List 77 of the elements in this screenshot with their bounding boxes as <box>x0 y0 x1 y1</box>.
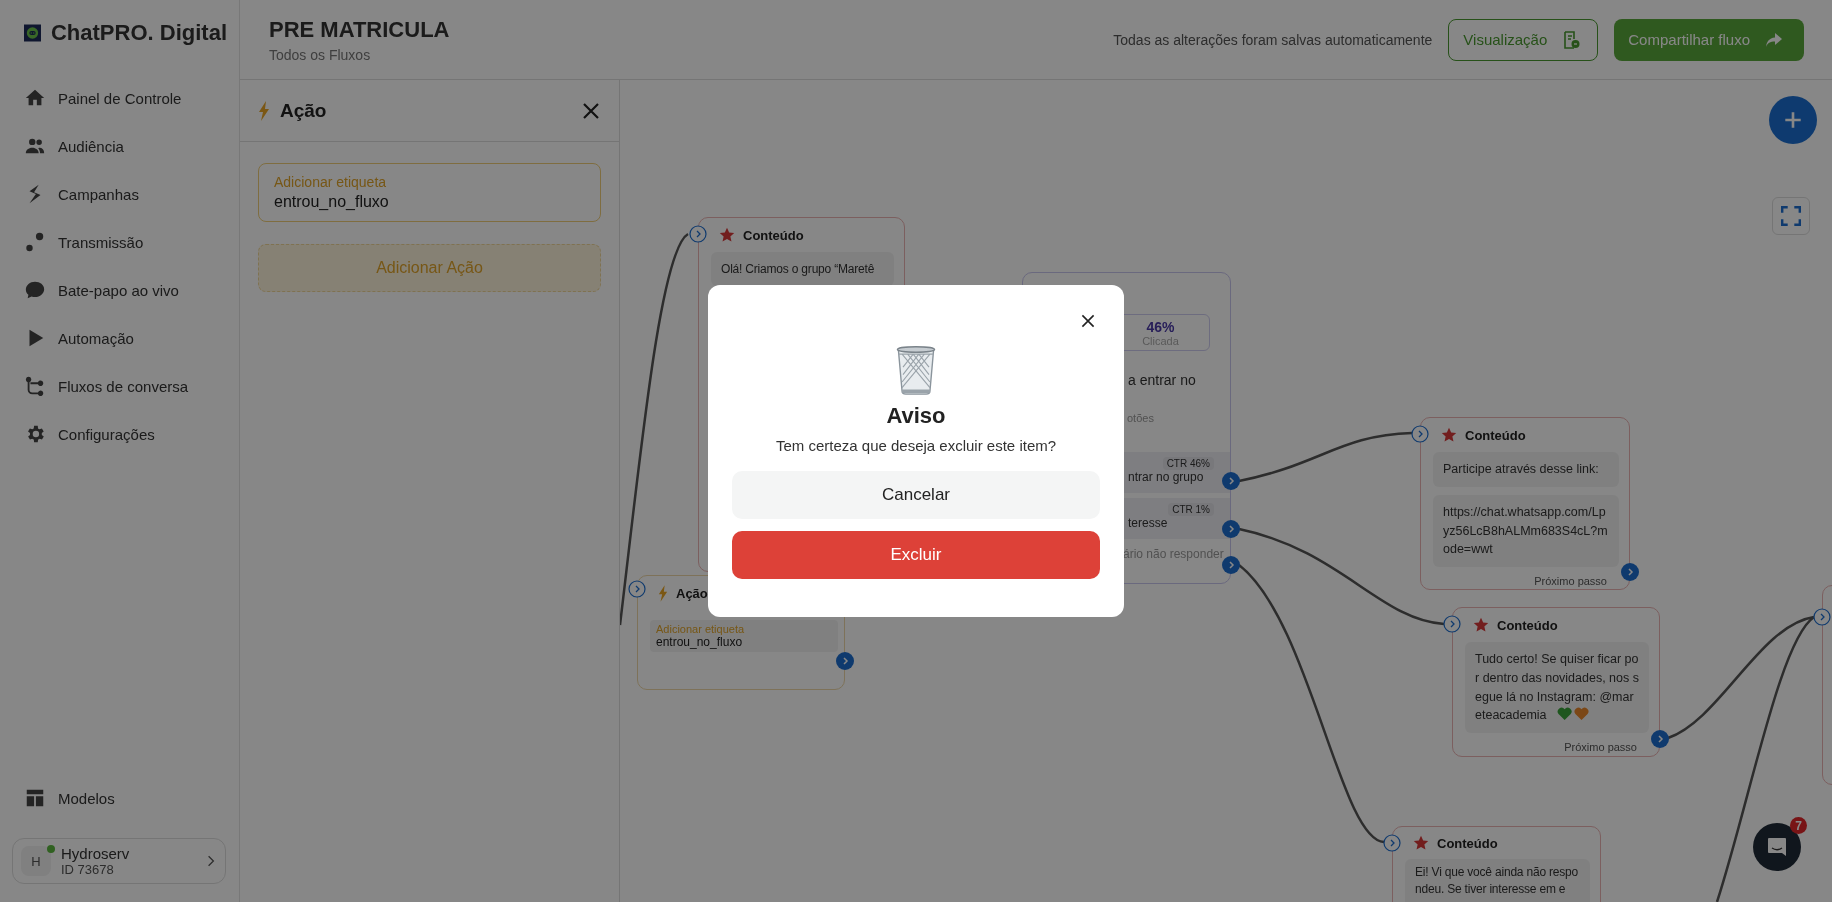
output-port[interactable] <box>1222 472 1240 490</box>
sidebar-item[interactable]: Painel de Controle <box>24 74 227 122</box>
sidebar-item[interactable]: Bate-papo ao vivo <box>24 266 227 314</box>
message-bubble: Tudo certo! Se quiser ficar por dentro das novidades, nos segue lá no Instagram: @mareteacademia <box>1465 642 1649 733</box>
message-bubble: https://chat.whatsapp.com/Lpyz56LcB8hALMm683S4cL?mode=wwt <box>1433 494 1619 567</box>
input-port[interactable] <box>1383 834 1401 852</box>
next-step-label: Próximo passo <box>1564 741 1637 753</box>
message-bubble: Ei! Vi que você ainda não respondeu. Se tiver interesse em e <box>1405 859 1590 902</box>
star-icon <box>1473 617 1489 633</box>
message-bubble: Participe através desse link: <box>1433 452 1619 487</box>
chevron-icon <box>207 854 215 868</box>
message-bubble: Olá! Criamos o grupo “Maretê <box>711 252 894 286</box>
sidebar-item[interactable]: Automação <box>24 314 227 362</box>
bolt-icon <box>658 584 668 602</box>
notification-badge: 7 <box>1790 817 1807 834</box>
sidebar-item[interactable]: Fluxos de conversa <box>24 362 227 410</box>
input-port[interactable] <box>1411 425 1429 443</box>
star-icon <box>719 227 735 243</box>
add-node-button[interactable] <box>1769 96 1817 144</box>
panel-title: Ação <box>280 99 328 122</box>
chat-launcher[interactable] <box>1753 823 1801 871</box>
plus-icon <box>1782 109 1804 131</box>
expand-icon <box>1780 205 1802 227</box>
output-port[interactable] <box>1222 556 1240 574</box>
cancel-button[interactable]: Cancelar <box>732 471 1100 519</box>
hearts-icon <box>1556 706 1591 722</box>
flow-node[interactable]: Conteúdo Participe através desse link: https://chat.whatsapp.com/Lpyz56LcB8hALMm683S4cL?mode=wwt Próximo passo <box>1420 417 1630 590</box>
option-label: ntrar no grupo <box>1128 470 1205 484</box>
avatar: H <box>21 846 51 876</box>
save-status: Todas as alterações foram salvas automaticamente <box>1113 31 1433 48</box>
menu-icon <box>24 375 46 397</box>
document-icon <box>1561 29 1582 50</box>
node-title: Conteúdo <box>1437 835 1498 851</box>
layout-icon <box>24 787 46 809</box>
input-port[interactable] <box>689 225 707 243</box>
option-label: teresse <box>1128 516 1169 530</box>
fit-view-button[interactable] <box>1772 197 1810 235</box>
output-port[interactable] <box>1222 520 1240 538</box>
account-id: ID 73678 <box>61 862 115 877</box>
flow-node[interactable]: Conteúdo Tudo certo! Se quiser ficar por dentro das novidades, nos segue lá no Instagram: @mareteacademia Próximo passo <box>1452 607 1660 757</box>
sidebar-item[interactable]: Modelos <box>24 774 227 822</box>
node-title: Conteúdo <box>743 227 804 243</box>
ctr-badge: CTR 1% <box>1168 503 1214 516</box>
input-port[interactable] <box>628 580 646 598</box>
flow-node[interactable]: Conteúdo Ei! Vi que você ainda não respondeu. Se tiver interesse em e <box>1392 826 1601 902</box>
tag-field[interactable]: Adicionar etiqueta entrou_no_fluxo <box>258 163 601 222</box>
node-title: Conteúdo <box>1497 617 1558 633</box>
next-step-label: Próximo passo <box>1534 575 1607 587</box>
sidebar-item[interactable]: Configurações <box>24 410 227 458</box>
sidebar-item[interactable]: Campanhas <box>24 170 227 218</box>
delete-button[interactable]: Excluir <box>732 531 1100 579</box>
flow-title: PRE MATRICULA <box>269 16 451 43</box>
menu-icon <box>24 231 46 253</box>
breadcrumb-link[interactable]: Todos os Fluxos <box>269 46 1098 63</box>
bolt-icon <box>258 100 270 121</box>
sidebar-item[interactable]: Audiência <box>24 122 227 170</box>
node-title: Conteúdo <box>1465 427 1526 443</box>
account-card[interactable]: H Hydroserv ID 73678 <box>12 838 226 884</box>
tag-chip: Adicionar etiqueta entrou_no_fluxo <box>650 620 838 652</box>
brand-name: ChatPRO. Digital <box>51 20 227 46</box>
star-icon <box>1441 427 1457 443</box>
star-icon <box>1413 835 1429 851</box>
input-port[interactable] <box>1443 615 1461 633</box>
close-icon[interactable] <box>1080 313 1096 329</box>
chat-icon <box>1765 835 1789 859</box>
input-port[interactable] <box>1813 608 1831 626</box>
output-port[interactable] <box>1651 730 1669 748</box>
menu-icon <box>24 279 46 301</box>
preview-button[interactable]: Visualização <box>1448 18 1599 61</box>
dialog-title: Aviso <box>886 403 946 429</box>
sidebar-item[interactable]: Transmissão <box>24 218 227 266</box>
account-name: Hydroserv <box>61 845 131 862</box>
output-port[interactable] <box>836 652 854 670</box>
ctr-badge: CTR 46% <box>1162 457 1214 470</box>
message-text: a entrar no <box>1128 372 1197 388</box>
node-title: Ação <box>676 585 708 601</box>
output-port[interactable] <box>1621 563 1639 581</box>
